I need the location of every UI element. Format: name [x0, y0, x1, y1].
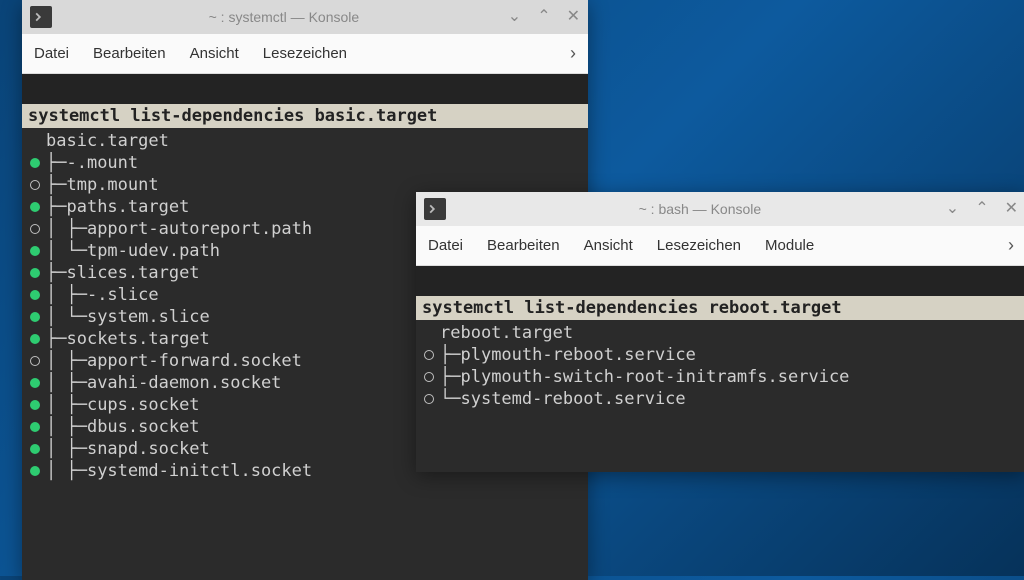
tree-branch: ├─: [440, 366, 460, 388]
tree-branch: │ ├─: [46, 218, 87, 240]
terminal-icon: [424, 198, 446, 220]
tree-branch: │ ├─: [46, 372, 87, 394]
unit-name: avahi-daemon.socket: [87, 372, 281, 394]
status-dot-active-icon: [30, 400, 40, 410]
terminal-window-bash: ~ : bash — Konsole ⌄ ⌃ ✕ Datei Bearbeite…: [416, 192, 1024, 472]
maximize-icon[interactable]: ⌃: [537, 9, 550, 25]
status-dot-inactive-icon: [30, 224, 40, 234]
status-dot-active-icon: [30, 378, 40, 388]
status-dot-active-icon: [30, 202, 40, 212]
unit-name: tmp.mount: [66, 174, 158, 196]
tree-branch: │ ├─: [46, 394, 87, 416]
menu-file[interactable]: Datei: [428, 237, 463, 254]
menu-bookmarks[interactable]: Lesezeichen: [657, 237, 741, 254]
unit-name: slices.target: [66, 262, 199, 284]
window-title: ~ : bash — Konsole: [454, 201, 946, 217]
tree-branch: ├─: [46, 174, 66, 196]
menu-edit[interactable]: Bearbeiten: [487, 237, 560, 254]
status-dot-active-icon: [30, 422, 40, 432]
window-title: ~ : systemctl — Konsole: [60, 9, 508, 25]
terminal-icon: [30, 6, 52, 28]
status-dot-active-icon: [30, 290, 40, 300]
tree-branch: ├─: [440, 344, 460, 366]
unit-name: system.slice: [87, 306, 210, 328]
unit-name: plymouth-reboot.service: [460, 344, 695, 366]
unit-name: snapd.socket: [87, 438, 210, 460]
menubar: Datei Bearbeiten Ansicht Lesezeichen Mod…: [416, 226, 1024, 266]
tree-row: ├─plymouth-reboot.service: [422, 344, 1020, 366]
tree-branch: │ ├─: [46, 284, 87, 306]
titlebar[interactable]: ~ : systemctl — Konsole ⌄ ⌃ ✕: [22, 0, 588, 34]
unit-name: paths.target: [66, 196, 189, 218]
status-dot-active-icon: [30, 466, 40, 476]
status-dot-active-icon: [30, 268, 40, 278]
menu-overflow-icon[interactable]: ›: [1008, 235, 1014, 256]
tree-root: reboot.target: [422, 322, 1020, 344]
window-controls: ⌄ ⌃ ✕: [946, 201, 1018, 217]
dependency-tree: reboot.target ├─plymouth-reboot.service├…: [416, 320, 1024, 412]
status-dot-inactive-icon: [30, 180, 40, 190]
minimize-icon[interactable]: ⌄: [508, 9, 521, 25]
tree-branch: │ ├─: [46, 460, 87, 482]
status-dot-active-icon: [30, 444, 40, 454]
tree-branch: │ └─: [46, 240, 87, 262]
tree-branch: ├─: [46, 152, 66, 174]
unit-name: systemd-initctl.socket: [87, 460, 312, 482]
unit-name: cups.socket: [87, 394, 200, 416]
status-dot-inactive-icon: [424, 350, 434, 360]
titlebar[interactable]: ~ : bash — Konsole ⌄ ⌃ ✕: [416, 192, 1024, 226]
terminal-output[interactable]: systemctl list-dependencies reboot.targe…: [416, 296, 1024, 472]
status-dot-active-icon: [30, 312, 40, 322]
status-dot-inactive-icon: [424, 372, 434, 382]
menu-module[interactable]: Module: [765, 237, 814, 254]
status-dot-active-icon: [30, 246, 40, 256]
status-dot-active-icon: [30, 334, 40, 344]
menu-view[interactable]: Ansicht: [190, 45, 239, 62]
tree-root: basic.target: [28, 130, 582, 152]
unit-name: apport-forward.socket: [87, 350, 302, 372]
menu-file[interactable]: Datei: [34, 45, 69, 62]
unit-name: apport-autoreport.path: [87, 218, 312, 240]
status-dot-inactive-icon: [30, 356, 40, 366]
unit-name: plymouth-switch-root-initramfs.service: [460, 366, 849, 388]
unit-name: -.slice: [87, 284, 159, 306]
status-dot-inactive-icon: [424, 394, 434, 404]
tree-branch: ├─: [46, 328, 66, 350]
maximize-icon[interactable]: ⌃: [975, 201, 988, 217]
window-controls: ⌄ ⌃ ✕: [508, 9, 580, 25]
minimize-icon[interactable]: ⌄: [946, 201, 959, 217]
menu-bookmarks[interactable]: Lesezeichen: [263, 45, 347, 62]
menu-view[interactable]: Ansicht: [584, 237, 633, 254]
tree-row: ├─plymouth-switch-root-initramfs.service: [422, 366, 1020, 388]
unit-name: -.mount: [66, 152, 138, 174]
menu-overflow-icon[interactable]: ›: [570, 43, 576, 64]
close-icon[interactable]: ✕: [1005, 201, 1018, 217]
tree-branch: ├─: [46, 262, 66, 284]
close-icon[interactable]: ✕: [567, 9, 580, 25]
tree-branch: └─: [440, 388, 460, 410]
menu-edit[interactable]: Bearbeiten: [93, 45, 166, 62]
tab-strip[interactable]: [22, 74, 588, 104]
unit-name: tpm-udev.path: [87, 240, 220, 262]
tree-row: ├─-.mount: [28, 152, 582, 174]
unit-name: dbus.socket: [87, 416, 200, 438]
tree-branch: │ ├─: [46, 416, 87, 438]
tree-branch: ├─: [46, 196, 66, 218]
unit-name: systemd-reboot.service: [460, 388, 685, 410]
tree-branch: │ ├─: [46, 350, 87, 372]
tree-branch: │ └─: [46, 306, 87, 328]
unit-name: sockets.target: [66, 328, 209, 350]
tree-branch: │ ├─: [46, 438, 87, 460]
command-row: systemctl list-dependencies basic.target: [22, 104, 588, 128]
menubar: Datei Bearbeiten Ansicht Lesezeichen ›: [22, 34, 588, 74]
tab-strip[interactable]: [416, 266, 1024, 296]
command-row: systemctl list-dependencies reboot.targe…: [416, 296, 1024, 320]
tree-row: └─systemd-reboot.service: [422, 388, 1020, 410]
status-dot-active-icon: [30, 158, 40, 168]
